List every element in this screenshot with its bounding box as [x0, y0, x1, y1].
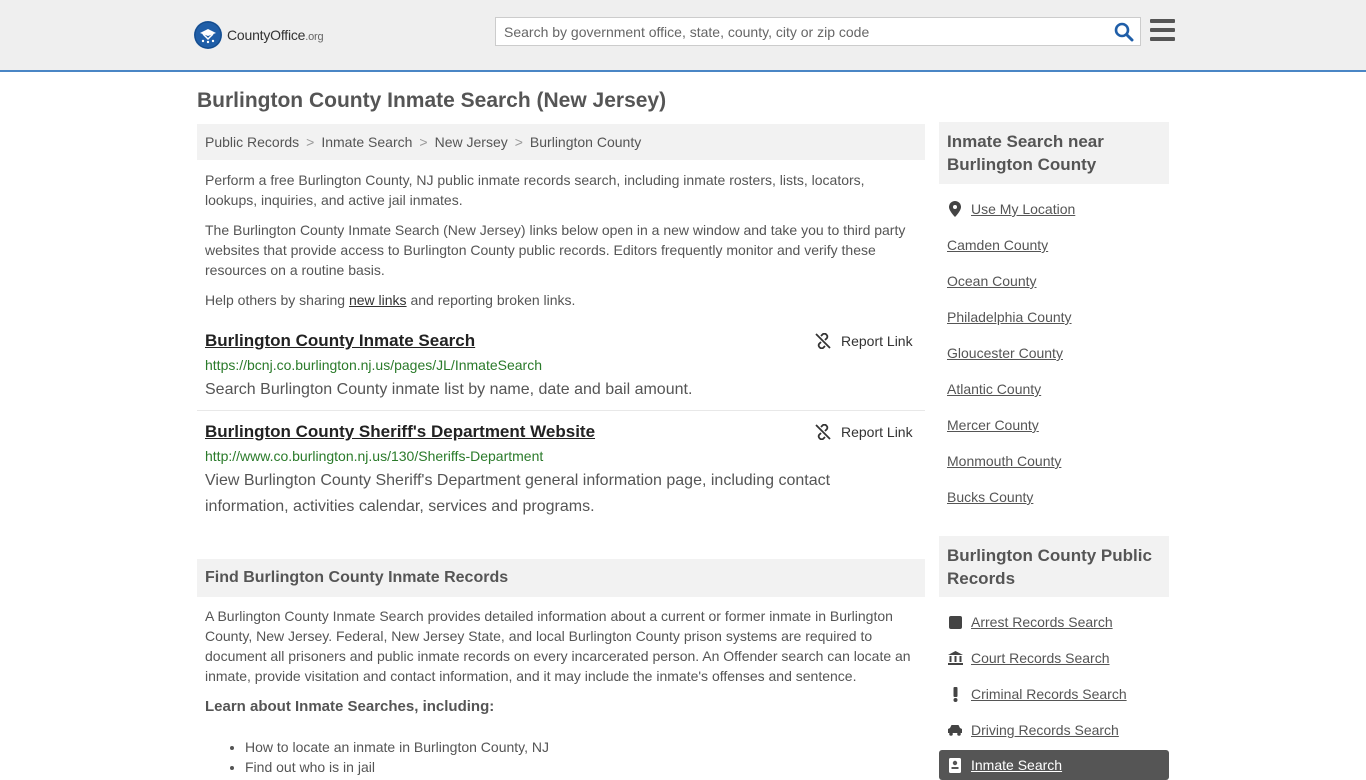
- search-icon[interactable]: [1114, 22, 1134, 42]
- sidebar-item-camden[interactable]: Camden County: [947, 237, 1048, 253]
- courthouse-icon: [947, 650, 963, 666]
- learn-heading: Learn about Inmate Searches, including:: [205, 698, 495, 715]
- search-box: [495, 17, 1141, 46]
- report-link-label: Report Link: [841, 333, 913, 349]
- sidebar-item-bucks[interactable]: Bucks County: [947, 489, 1033, 505]
- sidebar-records-heading: Burlington County Public Records: [939, 536, 1169, 597]
- new-links-link[interactable]: new links: [349, 292, 407, 308]
- breadcrumb-public-records[interactable]: Public Records: [205, 134, 299, 150]
- intro-paragraph: Perform a free Burlington County, NJ pub…: [205, 172, 865, 208]
- list-item: Find out who is in jail: [245, 757, 549, 777]
- sidebar-item-label: Criminal Records Search: [971, 686, 1127, 702]
- logo-name: CountyOffice: [227, 27, 306, 43]
- sidebar-item-ocean[interactable]: Ocean County: [947, 273, 1037, 289]
- learn-list: How to locate an inmate in Burlington Co…: [245, 737, 549, 777]
- sidebar-item-label: Driving Records Search: [971, 722, 1119, 738]
- sidebar-item-label: Inmate Search: [971, 757, 1063, 773]
- list-item: How to locate an inmate in Burlington Co…: [245, 737, 549, 757]
- seal-icon: [194, 21, 222, 49]
- top-header: CountyOffice.org: [0, 0, 1366, 72]
- section-body: A Burlington County Inmate Search provid…: [205, 608, 911, 684]
- share-paragraph: Help others by sharing new links and rep…: [205, 290, 917, 310]
- sidebar-item-inmate-search-active[interactable]: Inmate Search: [939, 750, 1169, 780]
- sidebar-item-philadelphia[interactable]: Philadelphia County: [947, 309, 1072, 325]
- hamburger-menu-icon[interactable]: [1150, 19, 1175, 41]
- use-my-location-link[interactable]: Use My Location: [947, 201, 1075, 217]
- sidebar-item-label: Court Records Search: [971, 650, 1110, 666]
- map-pin-icon: [947, 201, 963, 217]
- sidebar-item-label: Arrest Records Search: [971, 614, 1113, 630]
- breadcrumb-separator: >: [419, 134, 428, 150]
- sidebar-item-arrest-records[interactable]: Arrest Records Search: [947, 614, 1113, 630]
- sidebar-item-criminal-records[interactable]: Criminal Records Search: [947, 686, 1127, 702]
- square-icon: [947, 614, 963, 630]
- result-description: Search Burlington County inmate list by …: [205, 381, 693, 398]
- result-title-link[interactable]: Burlington County Inmate Search: [205, 331, 475, 351]
- breadcrumb-inmate-search[interactable]: Inmate Search: [321, 134, 412, 150]
- result-description: View Burlington County Sheriff's Departm…: [205, 472, 831, 515]
- breadcrumb-separator: >: [306, 134, 315, 150]
- report-link-label: Report Link: [841, 424, 913, 440]
- disclaimer-paragraph: The Burlington County Inmate Search (New…: [205, 222, 906, 278]
- sidebar-nearby-heading: Inmate Search near Burlington County: [939, 122, 1169, 184]
- breadcrumb-burlington-county[interactable]: Burlington County: [530, 134, 641, 150]
- report-link-button[interactable]: Report Link: [815, 333, 913, 349]
- breadcrumb-new-jersey[interactable]: New Jersey: [435, 134, 508, 150]
- exclamation-icon: [947, 686, 963, 702]
- logo-text: CountyOffice.org: [227, 27, 324, 43]
- logo-suffix: .org: [305, 31, 324, 43]
- result-url: http://www.co.burlington.nj.us/130/Sheri…: [205, 448, 544, 464]
- result-divider: [197, 410, 925, 411]
- share-text-before: Help others by sharing: [205, 292, 349, 308]
- result-url: https://bcnj.co.burlington.nj.us/pages/J…: [205, 357, 542, 373]
- site-logo[interactable]: CountyOffice.org: [194, 20, 324, 50]
- sidebar-item-court-records[interactable]: Court Records Search: [947, 650, 1110, 666]
- use-location-label: Use My Location: [971, 201, 1076, 217]
- page-title: Burlington County Inmate Search (New Jer…: [197, 89, 667, 112]
- search-input[interactable]: [496, 18, 1096, 45]
- broken-link-icon: [815, 333, 831, 349]
- car-icon: [947, 722, 963, 738]
- report-link-button[interactable]: Report Link: [815, 424, 913, 440]
- broken-link-icon: [815, 424, 831, 440]
- id-card-icon: [947, 757, 963, 773]
- breadcrumb: Public Records > Inmate Search > New Jer…: [197, 124, 925, 160]
- result-title-link[interactable]: Burlington County Sheriff's Department W…: [205, 422, 595, 442]
- section-heading: Find Burlington County Inmate Records: [197, 559, 925, 597]
- sidebar-item-driving-records[interactable]: Driving Records Search: [947, 722, 1119, 738]
- sidebar-item-atlantic[interactable]: Atlantic County: [947, 381, 1041, 397]
- share-text-after: and reporting broken links.: [406, 292, 576, 308]
- sidebar-item-monmouth[interactable]: Monmouth County: [947, 453, 1061, 469]
- sidebar-item-gloucester[interactable]: Gloucester County: [947, 345, 1063, 361]
- sidebar-item-mercer[interactable]: Mercer County: [947, 417, 1039, 433]
- breadcrumb-separator: >: [514, 134, 523, 150]
